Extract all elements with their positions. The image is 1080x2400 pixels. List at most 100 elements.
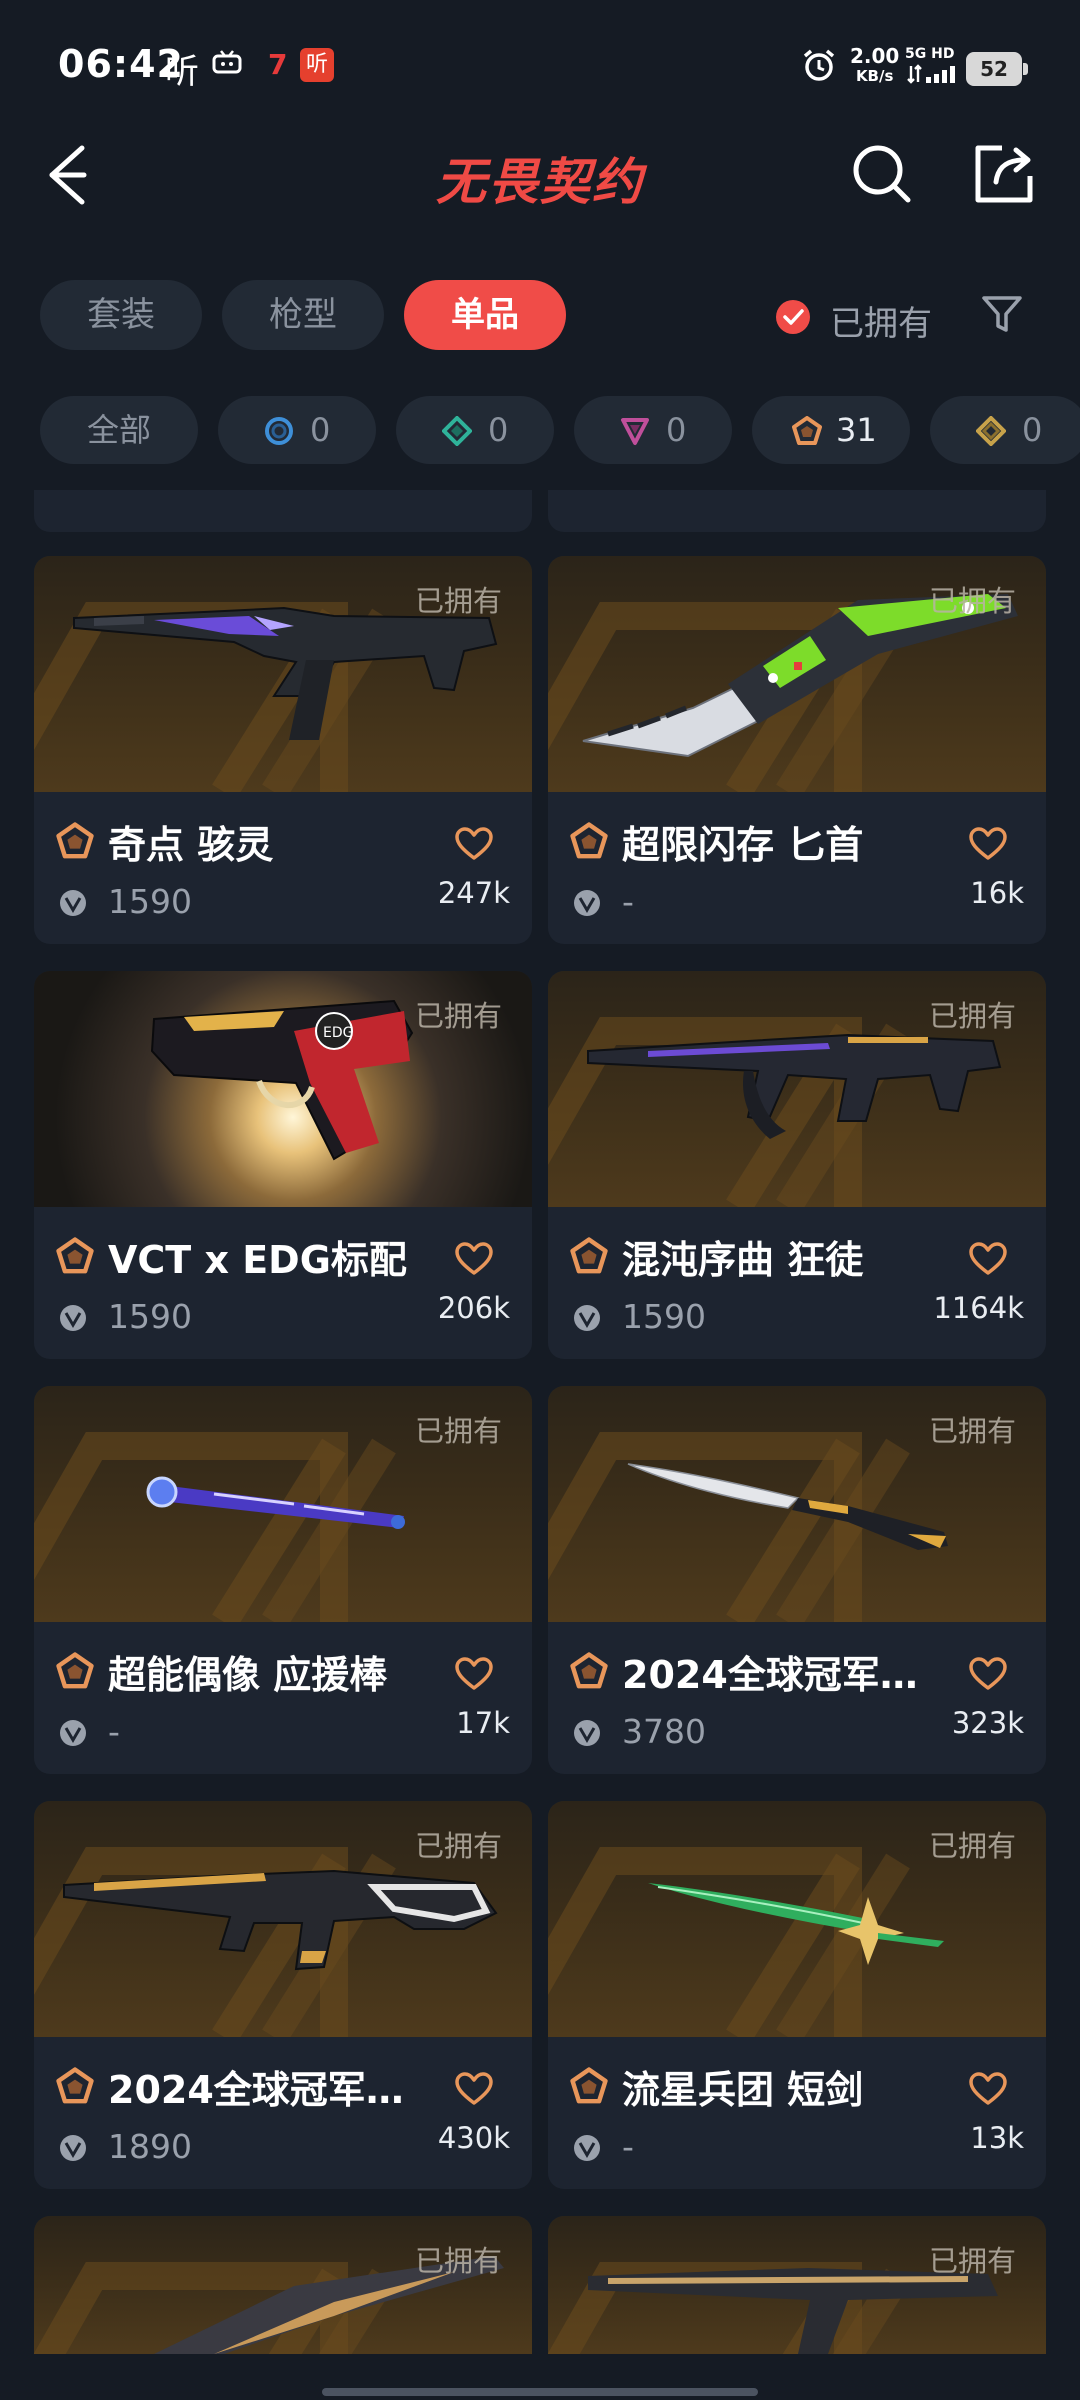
vp-currency-icon [60,1720,86,1746]
favorite-heart-icon[interactable] [454,826,494,862]
item-card[interactable]: 已拥有 混沌序曲 狂徒 1590 1164k [548,971,1046,1359]
item-price: - [108,1712,120,1751]
item-card[interactable]: 已拥有 [34,2216,532,2354]
exclusive-tier-icon [56,1652,94,1689]
tier-all[interactable]: 全部 [40,396,198,464]
premium-tier-icon [621,418,649,445]
tier-deluxe-filter[interactable]: 0 [396,396,554,464]
favorite-heart-icon[interactable] [968,1241,1008,1277]
item-image: 已拥有 [548,1801,1046,2037]
favorite-heart-icon[interactable] [454,1241,494,1277]
like-count: 17k [456,1706,510,1740]
item-image: 已拥有 [548,2216,1046,2354]
owned-tag: 已拥有 [414,2244,502,2278]
red-app-icon: 听 [300,48,334,82]
item-card[interactable]: 已拥有 奇点 骇灵 1590 247k [34,556,532,944]
owned-filter-label: 已拥有 [830,304,932,344]
vp-currency-icon [574,1720,600,1746]
weapon-image [154,2256,504,2354]
exclusive-tier-icon [792,416,822,445]
tab-weapon-type[interactable]: 枪型 [222,280,384,350]
item-card[interactable]: 已拥有 2024全球冠军赛... 1890 430k [34,1801,532,2189]
owned-tag: 已拥有 [928,1829,1016,1863]
like-count: 323k [951,1706,1024,1740]
item-name: 奇点 骇灵 [108,823,274,867]
exclusive-tier-icon [570,1237,608,1274]
share-icon[interactable] [972,142,1038,206]
item-name: 超限闪存 匕首 [622,823,864,867]
item-info: 超限闪存 匕首 - 16k [548,792,1046,944]
owned-tag: 已拥有 [928,2244,1016,2278]
weapon-image [588,2268,998,2354]
item-price: - [622,882,634,921]
tier-count: 0 [488,411,509,449]
item-card[interactable]: 已拥有 [548,2216,1046,2354]
item-image: 已拥有 [34,556,532,792]
item-info: 奇点 骇灵 1590 247k [34,792,532,944]
item-name: 混沌序曲 狂徒 [622,1238,864,1282]
item-price: 1590 [622,1297,706,1336]
tier-ultra-filter[interactable]: 0 [930,396,1080,464]
tier-all-label: 全部 [86,411,151,449]
tier-exclusive-filter[interactable]: 31 [752,396,910,464]
vp-currency-icon [60,2135,86,2161]
signal-indicator: 5G HD [905,46,963,86]
item-price: 1590 [108,882,192,921]
owned-tag: 已拥有 [414,584,502,618]
vp-currency-icon [60,1305,86,1331]
favorite-heart-icon[interactable] [968,2071,1008,2107]
status-bar: 06:42 听 7 听 2.00 KB/s 5G HD 52 [0,0,1080,130]
tab-single-items[interactable]: 单品 [404,280,566,350]
owned-tag: 已拥有 [414,1414,502,1448]
tier-select-filter[interactable]: 0 [218,396,376,464]
favorite-heart-icon[interactable] [968,826,1008,862]
exclusive-tier-icon [570,1652,608,1689]
item-price: 1590 [108,1297,192,1336]
page-title: 无畏契约 [436,153,644,211]
owned-tag: 已拥有 [928,584,1016,618]
exclusive-tier-icon [570,2067,608,2104]
owned-tag: 已拥有 [414,1829,502,1863]
item-image: EDG 已拥有 [34,971,532,1207]
network-speed: 2.00 KB/s [850,46,899,86]
item-card[interactable]: 已拥有 流星兵团 短剑 - 13k [548,1801,1046,2189]
vp-currency-icon [574,2135,600,2161]
favorite-heart-icon[interactable] [454,2071,494,2107]
speed-unit: KB/s [855,67,894,85]
item-name: 超能偶像 应援棒 [108,1653,388,1697]
search-icon[interactable] [850,142,914,206]
battery-indicator: 52 [966,52,1028,86]
tier-premium-filter[interactable]: 0 [574,396,732,464]
vp-currency-icon [60,890,86,916]
tier-count: 0 [1022,411,1043,449]
tier-count: 31 [836,411,877,449]
exclusive-tier-icon [570,822,608,859]
ultra-tier-icon [976,416,1006,446]
owned-tag: 已拥有 [414,999,502,1033]
top-header: 无畏契约 [0,120,1080,230]
item-card[interactable]: 已拥有 超能偶像 应援棒 - 17k [34,1386,532,1774]
item-name: 2024全球冠军赛... [622,1653,952,1697]
favorite-heart-icon[interactable] [454,1656,494,1692]
like-count: 206k [437,1291,510,1325]
like-count: 430k [437,2121,510,2155]
home-indicator [322,2388,758,2396]
item-image: 已拥有 [548,1386,1046,1622]
item-image: 已拥有 [548,556,1046,792]
owned-tag: 已拥有 [928,999,1016,1033]
tab-bundles[interactable]: 套装 [40,280,202,350]
network-label: 5G HD [905,46,955,62]
item-image: 已拥有 [34,1801,532,2037]
partial-card-top-right [548,490,1046,532]
owned-tag: 已拥有 [928,1414,1016,1448]
funnel-filter-icon[interactable] [980,292,1024,336]
item-card[interactable]: 已拥有 2024全球冠军赛... 3780 323k [548,1386,1046,1774]
item-card[interactable]: 已拥有 超限闪存 匕首 - 16k [548,556,1046,944]
tier-count: 0 [310,411,331,449]
item-name: 流星兵团 短剑 [622,2068,864,2112]
favorite-heart-icon[interactable] [968,1656,1008,1692]
item-card[interactable]: EDG 已拥有 VCT x EDG标配 1590 206k [34,971,532,1359]
like-count: 13k [970,2121,1024,2155]
item-info: 流星兵团 短剑 - 13k [548,2037,1046,2189]
exclusive-tier-icon [56,822,94,859]
